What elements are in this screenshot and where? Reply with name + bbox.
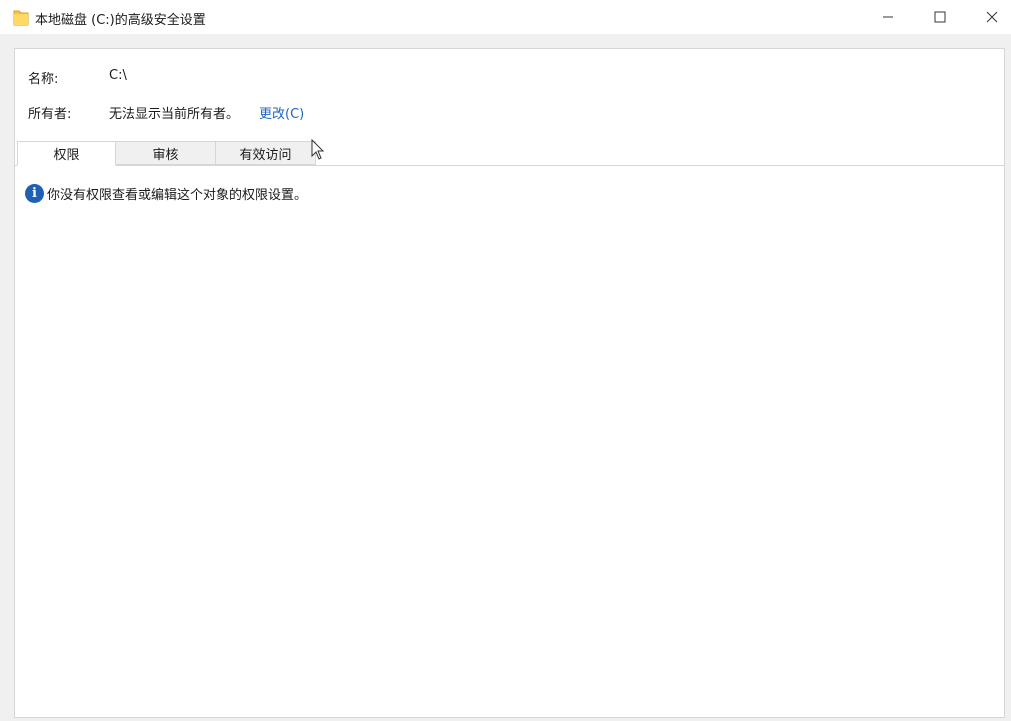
permission-message-text: 你没有权限查看或编辑这个对象的权限设置。 xyxy=(47,187,308,203)
folder-icon xyxy=(13,8,29,26)
content-panel: 名称: C:\ 所有者: 无法显示当前所有者。 更改(C) 权限 审核 有效访问… xyxy=(14,48,1005,718)
tab-divider xyxy=(15,165,1004,166)
title-bar[interactable]: 本地磁盘 (C:)的高级安全设置 xyxy=(0,0,1011,34)
mouse-cursor-icon xyxy=(311,138,325,161)
advanced-security-settings-window: 本地磁盘 (C:)的高级安全设置 名称: C:\ 所有者: 无法显示当前所有者。… xyxy=(0,0,1011,721)
minimize-icon xyxy=(882,11,894,23)
owner-value: 无法显示当前所有者。 xyxy=(109,107,240,122)
close-button[interactable] xyxy=(969,0,1011,34)
name-value: C:\ xyxy=(109,68,127,83)
window-title: 本地磁盘 (C:)的高级安全设置 xyxy=(35,13,206,28)
tab-auditing[interactable]: 审核 xyxy=(115,141,216,165)
maximize-icon xyxy=(934,11,946,23)
name-label: 名称: xyxy=(28,72,59,87)
close-icon xyxy=(986,11,998,23)
tab-effective-access[interactable]: 有效访问 xyxy=(215,141,316,165)
change-owner-link[interactable]: 更改(C) xyxy=(259,103,304,122)
tab-permissions[interactable]: 权限 xyxy=(17,141,116,166)
permission-message: i 你没有权限查看或编辑这个对象的权限设置。 xyxy=(25,183,307,203)
owner-label: 所有者: xyxy=(28,107,72,122)
maximize-button[interactable] xyxy=(917,0,963,34)
tab-strip: 权限 审核 有效访问 xyxy=(15,141,1004,166)
minimize-button[interactable] xyxy=(865,0,911,34)
info-icon: i xyxy=(25,183,44,203)
